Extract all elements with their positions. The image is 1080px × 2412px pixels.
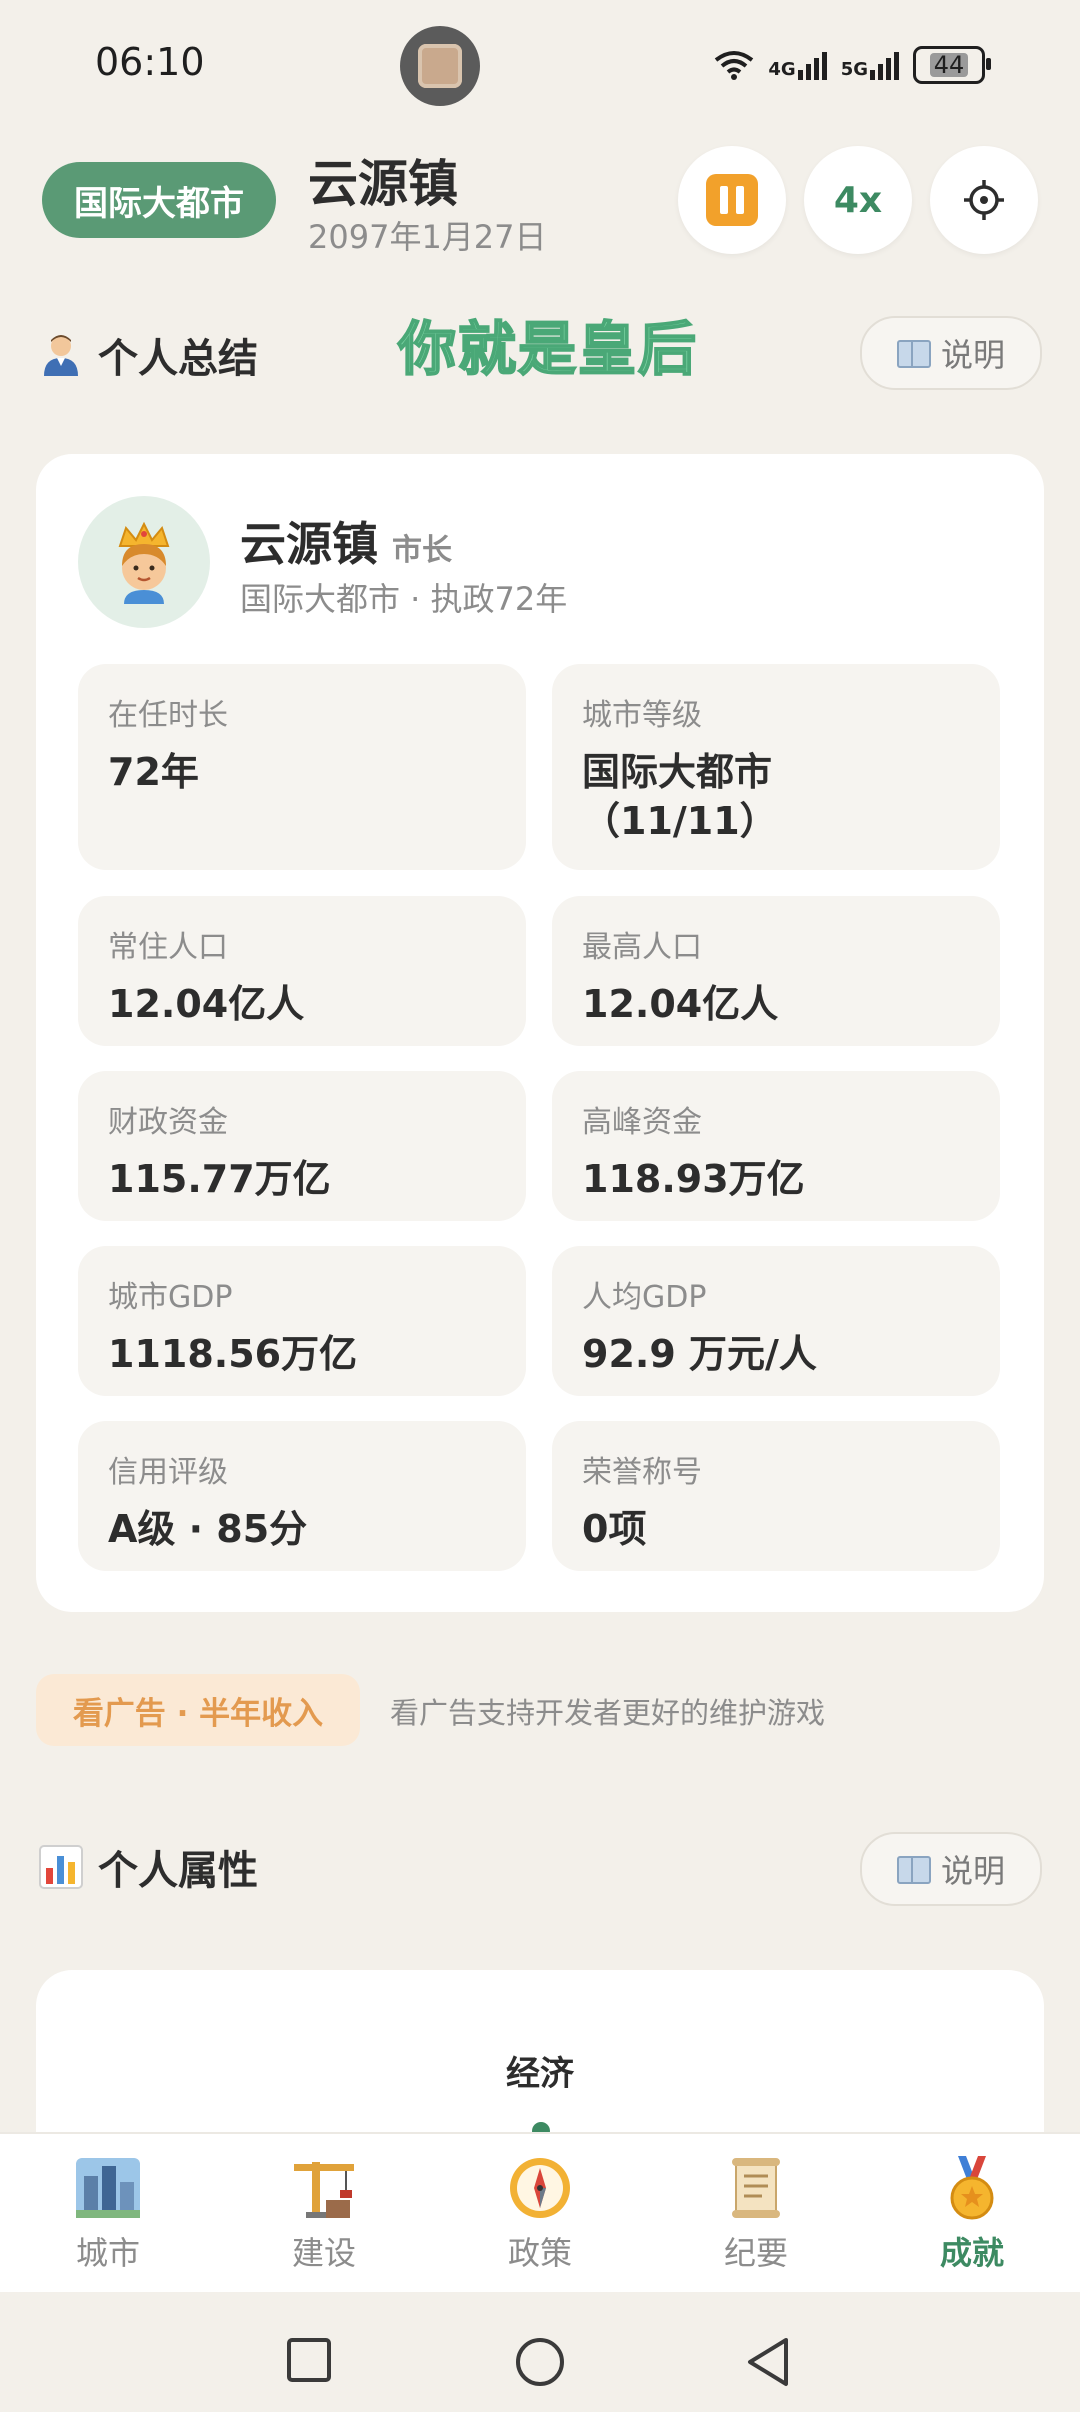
explain-label: 说明 [940,1852,1005,1890]
stat-label: 人均GDP [582,1280,707,1315]
stat-peak-funds: 高峰资金 118.93万亿 [552,1071,1000,1221]
stat-label: 城市GDP [108,1280,233,1315]
stat-value: 1118.56万亿 [108,1332,358,1376]
speed-label: 4x [833,179,883,221]
stat-city-level: 城市等级 国际大都市 （11/11） [552,664,1000,870]
stat-value: 国际大都市 （11/11） [582,750,778,844]
stat-label: 城市等级 [582,698,702,733]
overlay-caption: 你就是皇后 [397,314,699,384]
person-icon [44,335,78,376]
pause-button[interactable] [678,146,786,254]
signal-icon [797,50,827,80]
attributes-section-title: 个人属性 [38,1838,258,1896]
nav-label: 政策 [507,2234,572,2272]
attributes-title-text: 个人属性 [98,1848,258,1894]
network-label-1: 4G [768,59,796,80]
ad-note: 看广告支持开发者更好的维护游戏 [390,1696,826,1730]
recent-apps-icon[interactable] [285,2336,333,2384]
stat-population: 常住人口 12.04亿人 [78,896,526,1046]
crane-icon [294,2162,354,2218]
stat-value: 92.9 万元/人 [582,1332,817,1376]
nav-label: 城市 [75,2234,140,2272]
stat-label: 常住人口 [108,930,228,965]
stat-value: 0项 [582,1507,647,1551]
stat-value: 72年 [108,750,199,794]
stat-label: 财政资金 [108,1105,228,1140]
status-time: 06:10 [95,40,205,84]
mayor-subtitle: 国际大都市 · 执政72年 [240,580,568,618]
stat-value: A级 · 85分 [108,1507,308,1551]
attributes-explain-button[interactable]: 说明 [860,1832,1042,1906]
stat-label: 信用评级 [108,1455,228,1490]
stat-honors: 荣誉称号 0项 [552,1421,1000,1571]
stat-value: 118.93万亿 [582,1157,805,1201]
mayor-name-row: 云源镇 市长 [240,508,452,574]
network-label-2: 5G [840,59,868,80]
city-level-badge[interactable]: 国际大都市 [42,162,276,238]
compass-icon [510,2158,570,2218]
scroll-icon [732,2158,780,2218]
stat-label: 荣誉称号 [582,1455,702,1490]
floating-app-icon[interactable] [400,26,480,106]
queen-icon [118,521,170,604]
medal-icon [950,2156,994,2220]
pause-icon [706,174,758,226]
settings-icon [964,180,1004,220]
book-icon [896,1856,931,1884]
stat-value: 12.04亿人 [582,982,779,1026]
bottom-nav: 城市 建设 政策 纪要 成就 [0,2132,1080,2294]
nav-policy[interactable]: 政策 [432,2134,648,2294]
attribute-economy-label: 经济 [506,2054,574,2094]
nav-label: 成就 [939,2234,1004,2272]
mayor-role: 市长 [392,533,452,568]
city-icon [76,2158,140,2218]
nav-city[interactable]: 城市 [0,2134,216,2294]
nav-label: 纪要 [723,2234,788,2272]
settings-button[interactable] [930,146,1038,254]
mayor-avatar [78,496,210,628]
status-icons: 4G 5G 44 [714,46,991,84]
game-date: 2097年1月27日 [308,218,547,256]
bar-chart-icon [39,1845,83,1889]
summary-title-text: 个人总结 [98,336,258,382]
stat-city-gdp: 城市GDP 1118.56万亿 [78,1246,526,1396]
book-icon [896,340,931,368]
explain-label: 说明 [940,336,1005,374]
stat-value: 12.04亿人 [108,982,305,1026]
nav-build[interactable]: 建设 [216,2134,432,2294]
nav-label: 建设 [291,2234,356,2272]
watch-ad-button[interactable]: 看广告 · 半年收入 [36,1674,360,1746]
nav-notes[interactable]: 纪要 [648,2134,864,2294]
stat-funds: 财政资金 115.77万亿 [78,1071,526,1221]
stat-label: 高峰资金 [582,1105,702,1140]
battery-icon: 44 [913,46,991,84]
summary-explain-button[interactable]: 说明 [860,316,1042,390]
nav-achievements[interactable]: 成就 [864,2134,1080,2294]
speed-button[interactable]: 4x [804,146,912,254]
mayor-name: 云源镇 [240,517,378,571]
stat-max-population: 最高人口 12.04亿人 [552,896,1000,1046]
stat-value: 115.77万亿 [108,1157,331,1201]
battery-level: 44 [929,53,969,77]
stat-label: 最高人口 [582,930,702,965]
stat-label: 在任时长 [108,698,228,733]
stat-tenure: 在任时长 72年 [78,664,526,870]
wifi-icon [715,51,754,80]
stat-gdp-per-capita: 人均GDP 92.9 万元/人 [552,1246,1000,1396]
back-icon[interactable] [744,2336,792,2388]
signal-icon [870,50,899,80]
summary-section-title: 个人总结 [38,326,258,384]
home-icon[interactable] [514,2336,566,2388]
city-name: 云源镇 [308,155,458,213]
stat-credit-rating: 信用评级 A级 · 85分 [78,1421,526,1571]
